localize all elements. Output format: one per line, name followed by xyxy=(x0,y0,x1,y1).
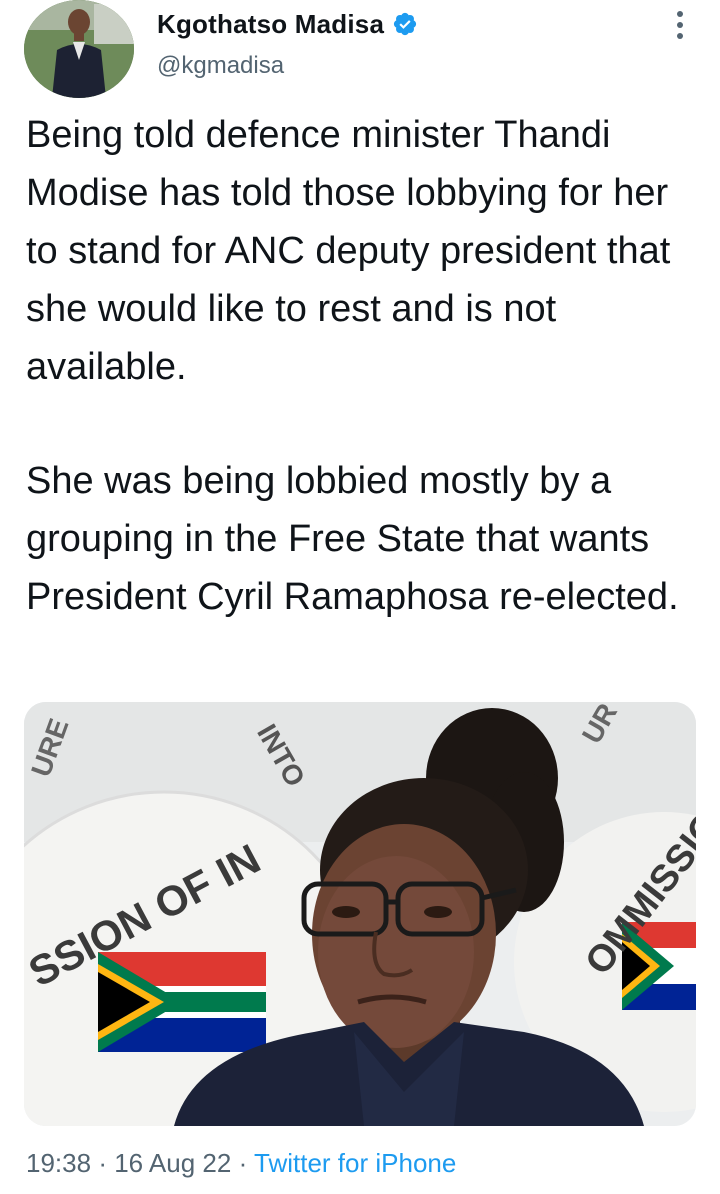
meta-separator: · xyxy=(98,1148,107,1178)
more-options-icon[interactable] xyxy=(672,8,688,42)
tweet-time[interactable]: 19:38 xyxy=(26,1148,91,1178)
photo-scene: SSION OF IN OMMISSION INTO URE UR xyxy=(24,702,696,1126)
tweet-paragraph: She was being lobbied mostly by a groupi… xyxy=(26,460,679,618)
tweet-text: Being told defence minister Thandi Modis… xyxy=(26,106,696,626)
tweet-meta: 19:38 · 16 Aug 22 · Twitter for iPhone xyxy=(26,1148,456,1179)
tweet-source-link[interactable]: Twitter for iPhone xyxy=(254,1148,456,1178)
name-row: Kgothatso Madisa xyxy=(157,4,637,44)
tweet-photo[interactable]: SSION OF IN OMMISSION INTO URE UR xyxy=(24,702,696,1126)
tweet: Kgothatso Madisa @kgmadisa Being told de… xyxy=(0,0,720,1194)
meta-separator: · xyxy=(238,1148,248,1178)
flag-left xyxy=(98,952,266,1052)
tweet-header: Kgothatso Madisa @kgmadisa xyxy=(157,4,637,80)
verified-badge-icon xyxy=(394,12,417,36)
author-name[interactable]: Kgothatso Madisa xyxy=(157,9,384,40)
tweet-date[interactable]: 16 Aug 22 xyxy=(114,1148,231,1178)
tweet-paragraph: Being told defence minister Thandi Modis… xyxy=(26,114,671,388)
author-handle[interactable]: @kgmadisa xyxy=(157,52,637,80)
avatar[interactable] xyxy=(24,0,134,98)
avatar-image xyxy=(24,0,134,98)
